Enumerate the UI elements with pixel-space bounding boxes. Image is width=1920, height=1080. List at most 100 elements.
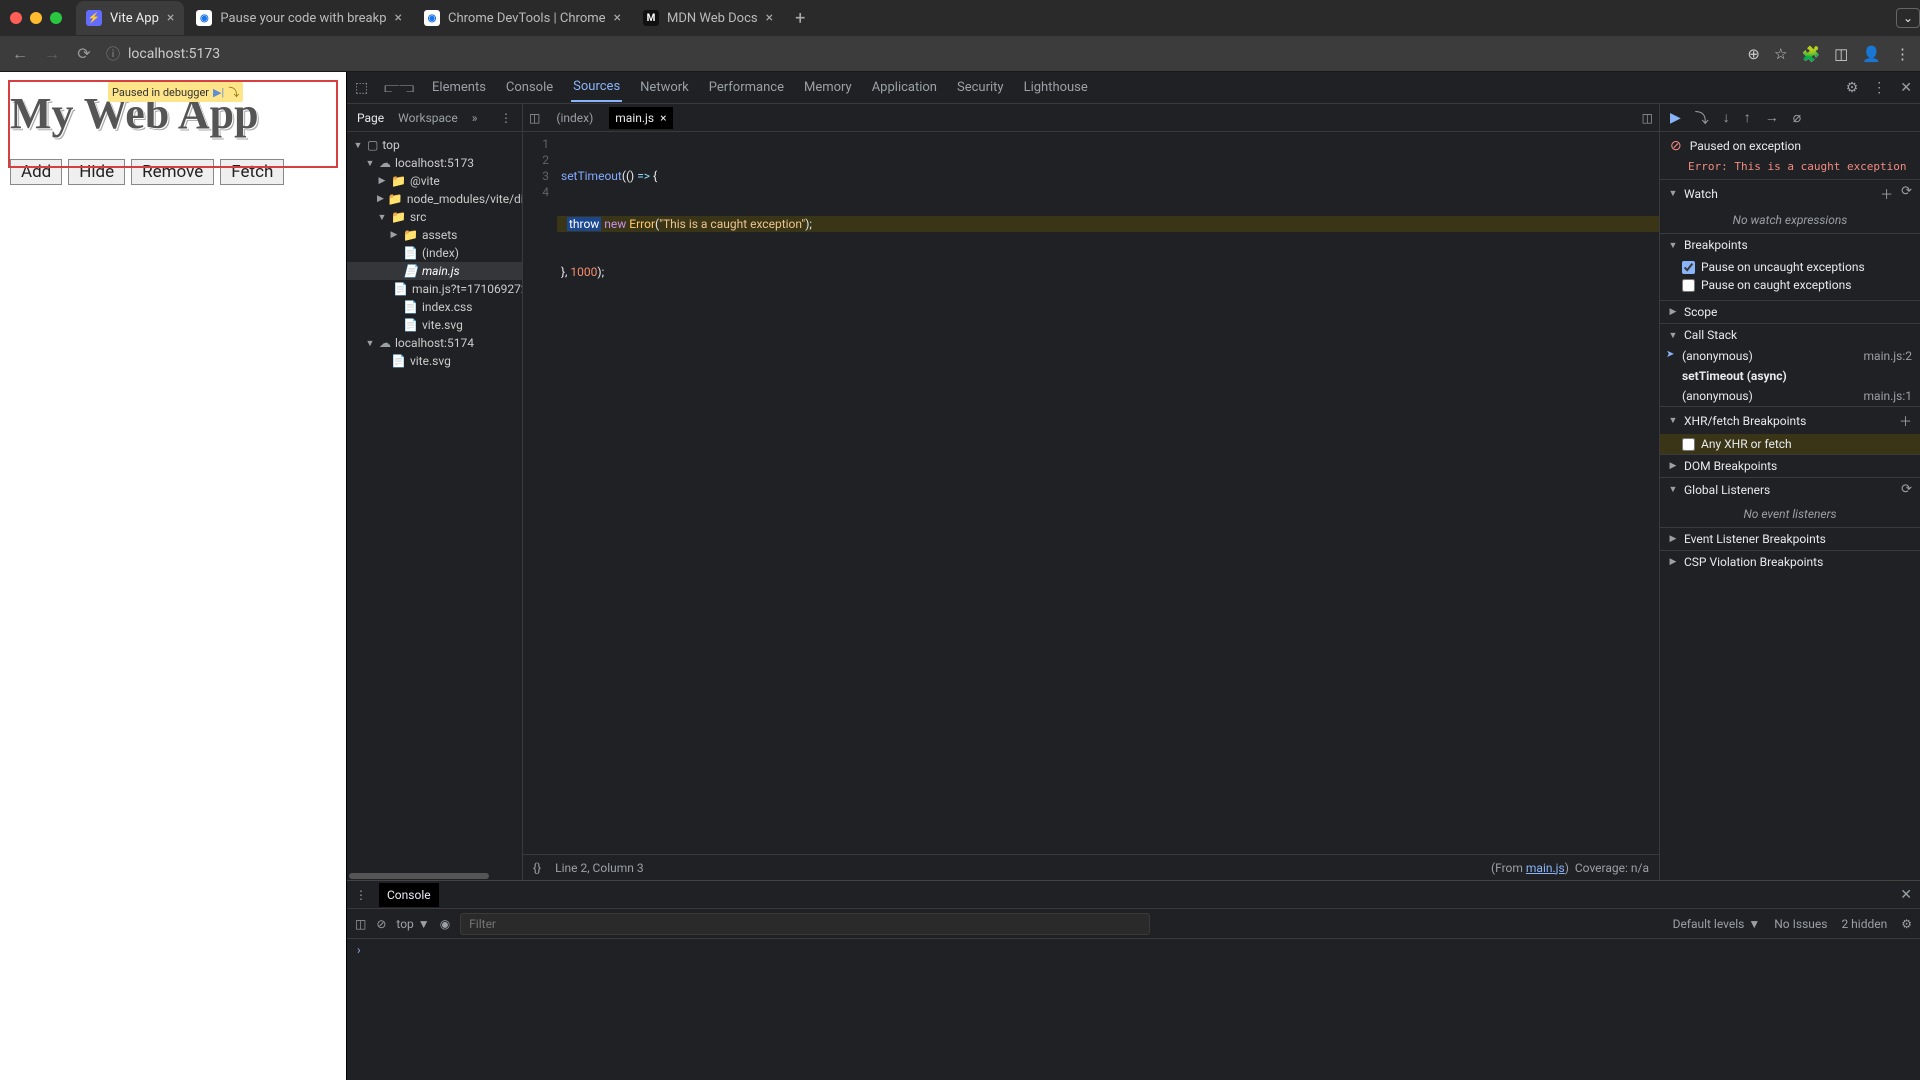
- close-tab-icon[interactable]: ×: [395, 10, 402, 26]
- browser-tab-0[interactable]: ⚡ Vite App ×: [76, 1, 184, 35]
- refresh-watch-icon[interactable]: ⟳: [1901, 184, 1912, 203]
- log-levels-selector[interactable]: Default levels▼: [1673, 917, 1761, 931]
- live-expression-icon[interactable]: ◉: [440, 917, 450, 931]
- callstack-header[interactable]: ▼Call Stack: [1660, 324, 1920, 346]
- nav-menu-icon[interactable]: ⋮: [500, 111, 512, 125]
- address-bar[interactable]: ⓘ localhost:5173: [106, 44, 1735, 64]
- minimize-window-icon[interactable]: [30, 12, 42, 24]
- chrome-dropdown-icon[interactable]: ⌄: [1896, 8, 1920, 28]
- console-sidebar-icon[interactable]: ◫: [355, 917, 366, 931]
- fetch-button[interactable]: Fetch: [220, 159, 284, 185]
- global-header[interactable]: ▼Global Listeners⟳: [1660, 478, 1920, 501]
- nav-more-icon[interactable]: »: [472, 111, 478, 125]
- hide-button[interactable]: Hide: [68, 159, 125, 185]
- source-link[interactable]: main.js: [1526, 861, 1565, 875]
- tab-elements[interactable]: Elements: [430, 74, 488, 101]
- console-filter-input[interactable]: [460, 913, 1150, 935]
- tab-memory[interactable]: Memory: [802, 74, 854, 101]
- resume-icon[interactable]: ▶|: [213, 86, 224, 99]
- profile-icon[interactable]: 👤: [1862, 45, 1881, 63]
- tree-host-5173[interactable]: ▼☁localhost:5173: [347, 154, 522, 172]
- tab-console[interactable]: Console: [504, 74, 555, 101]
- console-settings-icon[interactable]: ⚙: [1901, 917, 1912, 931]
- tree-file-main-q[interactable]: 📄main.js?t=1710692729: [347, 280, 522, 298]
- csp-header[interactable]: ▶CSP Violation Breakpoints: [1660, 551, 1920, 573]
- step-over-icon[interactable]: ⤵: [1695, 108, 1709, 128]
- tree-folder-assets[interactable]: ▶📁assets: [347, 226, 522, 244]
- stack-frame-0[interactable]: (anonymous)main.js:2: [1660, 346, 1920, 366]
- add-watch-icon[interactable]: ＋: [1880, 184, 1893, 203]
- drawer-menu-icon[interactable]: ⋮: [355, 888, 367, 902]
- tree-scrollbar[interactable]: [349, 873, 489, 879]
- drawer-tab-console[interactable]: Console: [379, 883, 439, 907]
- settings-icon[interactable]: ⚙: [1846, 80, 1859, 96]
- step-icon[interactable]: ⤵: [228, 84, 239, 100]
- tree-file-main[interactable]: 📄main.js: [347, 262, 522, 280]
- reload-button[interactable]: ⟳: [74, 44, 94, 63]
- refresh-global-icon[interactable]: ⟳: [1901, 482, 1912, 497]
- add-button[interactable]: Add: [10, 159, 62, 185]
- context-selector[interactable]: top▼: [396, 917, 429, 931]
- console-output[interactable]: ›: [347, 939, 1920, 1080]
- nav-tab-workspace[interactable]: Workspace: [398, 111, 458, 125]
- tree-top[interactable]: ▼▢top: [347, 136, 522, 154]
- pretty-print-icon[interactable]: {}: [533, 861, 541, 875]
- caught-checkbox[interactable]: [1682, 279, 1695, 292]
- tree-folder-src[interactable]: ▼📁src: [347, 208, 522, 226]
- breakpoints-header[interactable]: ▼Breakpoints: [1660, 234, 1920, 256]
- back-button[interactable]: ←: [10, 44, 30, 64]
- tree-file-index[interactable]: 📄(index): [347, 244, 522, 262]
- close-editor-tab-icon[interactable]: ×: [660, 111, 666, 125]
- editor-tab-main[interactable]: main.js×: [609, 107, 672, 129]
- stack-frame-1[interactable]: (anonymous)main.js:1: [1660, 386, 1920, 406]
- maximize-window-icon[interactable]: [50, 12, 62, 24]
- close-window-icon[interactable]: [10, 12, 22, 24]
- close-tab-icon[interactable]: ×: [614, 10, 621, 26]
- tab-application[interactable]: Application: [870, 74, 939, 101]
- uncaught-checkbox[interactable]: [1682, 261, 1695, 274]
- tree-folder-vite[interactable]: ▶📁@vite: [347, 172, 522, 190]
- browser-tab-2[interactable]: ◉ Chrome DevTools | Chrome ×: [414, 1, 631, 35]
- panel-icon[interactable]: ◫: [1834, 45, 1848, 63]
- close-drawer-icon[interactable]: ✕: [1900, 887, 1912, 903]
- menu-icon[interactable]: ⋮: [1895, 45, 1910, 63]
- toggle-debugger-icon[interactable]: ◫: [1642, 111, 1653, 125]
- uncaught-checkbox-row[interactable]: Pause on uncaught exceptions: [1682, 258, 1912, 276]
- close-devtools-icon[interactable]: ✕: [1900, 80, 1912, 96]
- hidden-label[interactable]: 2 hidden: [1841, 917, 1887, 931]
- xhr-header[interactable]: ▼XHR/fetch Breakpoints＋: [1660, 407, 1920, 434]
- xhr-any-row[interactable]: Any XHR or fetch: [1660, 434, 1920, 454]
- issues-label[interactable]: No Issues: [1774, 917, 1827, 931]
- browser-tab-1[interactable]: ◉ Pause your code with breakp ×: [186, 1, 412, 35]
- extensions-icon[interactable]: 🧩: [1801, 45, 1820, 63]
- zoom-icon[interactable]: ⊕: [1747, 45, 1760, 63]
- clear-console-icon[interactable]: ⊘: [376, 917, 386, 931]
- tab-sources[interactable]: Sources: [571, 73, 622, 102]
- step-into-icon[interactable]: ↓: [1723, 109, 1730, 126]
- tab-network[interactable]: Network: [638, 74, 691, 101]
- deactivate-breakpoints-icon[interactable]: ⌀: [1793, 110, 1801, 126]
- xhr-any-checkbox[interactable]: [1682, 438, 1695, 451]
- tab-lighthouse[interactable]: Lighthouse: [1022, 74, 1090, 101]
- site-info-icon[interactable]: ⓘ: [106, 44, 120, 64]
- scope-header[interactable]: ▶Scope: [1660, 301, 1920, 323]
- evlistener-header[interactable]: ▶Event Listener Breakpoints: [1660, 528, 1920, 550]
- toggle-navigator-icon[interactable]: ◫: [529, 111, 540, 125]
- tab-performance[interactable]: Performance: [707, 74, 786, 101]
- tree-file-indexcss[interactable]: 📄index.css: [347, 298, 522, 316]
- more-icon[interactable]: ⋮: [1872, 80, 1886, 96]
- forward-button[interactable]: →: [42, 44, 62, 64]
- step-icon[interactable]: →: [1765, 109, 1779, 126]
- tree-folder-nm[interactable]: ▶📁node_modules/vite/dis: [347, 190, 522, 208]
- remove-button[interactable]: Remove: [131, 159, 214, 185]
- tab-security[interactable]: Security: [955, 74, 1006, 101]
- editor-tab-index[interactable]: (index): [550, 107, 599, 129]
- caught-checkbox-row[interactable]: Pause on caught exceptions: [1682, 276, 1912, 294]
- device-toolbar-icon[interactable]: ⫍⫎: [384, 80, 414, 96]
- watch-header[interactable]: ▼Watch＋⟳: [1660, 180, 1920, 207]
- add-xhr-icon[interactable]: ＋: [1899, 411, 1912, 430]
- close-tab-icon[interactable]: ×: [167, 10, 174, 26]
- step-out-icon[interactable]: ↑: [1744, 109, 1751, 126]
- new-tab-button[interactable]: +: [785, 8, 815, 29]
- tree-file-vitesvg[interactable]: 📄vite.svg: [347, 316, 522, 334]
